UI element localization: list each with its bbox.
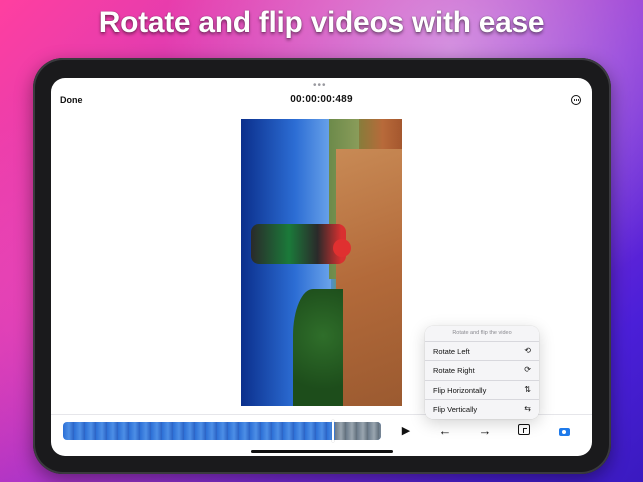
menu-item-flip-horizontally[interactable]: Flip Horizontally ⇅ [425, 380, 539, 400]
ellipsis-circle-icon[interactable] [571, 95, 581, 105]
video-trees [293, 289, 343, 406]
menu-item-rotate-left[interactable]: Rotate Left ⟲ [425, 341, 539, 361]
promo-headline: Rotate and flip videos with ease [98, 6, 545, 39]
video-dirt-track [336, 149, 402, 406]
top-bar: Done 00:00:00:489 [51, 90, 592, 110]
flip-horizontal-icon: ⇅ [524, 385, 531, 394]
filmstrip-tail [335, 422, 381, 440]
video-rider-helmet [333, 239, 351, 257]
bottom-toolbar: ▶ ← → [51, 414, 592, 449]
aspect-layout-icon[interactable] [516, 423, 532, 439]
editor-screen: ••• Done 00:00:00:489 ▶ ← → Rotate and f… [51, 78, 592, 456]
flip-vertical-icon: ⇆ [524, 404, 531, 413]
menu-item-label: Flip Horizontally [433, 386, 487, 395]
play-icon[interactable]: ▶ [399, 423, 413, 439]
home-indicator [251, 450, 393, 453]
timecode: 00:00:00:489 [290, 94, 353, 105]
menu-item-flip-vertically[interactable]: Flip Vertically ⇆ [425, 399, 539, 419]
camera-icon[interactable] [555, 423, 573, 439]
arrow-right-icon[interactable]: → [477, 423, 493, 439]
arrow-left-icon[interactable]: ← [437, 423, 453, 439]
rotate-flip-menu: Rotate and flip the video Rotate Left ⟲ … [425, 326, 539, 419]
menu-item-rotate-right[interactable]: Rotate Right ⟳ [425, 360, 539, 380]
menu-title: Rotate and flip the video [452, 330, 512, 336]
menu-item-label: Flip Vertically [433, 405, 478, 414]
timeline-playhead[interactable] [332, 420, 334, 442]
video-motocross-rider [251, 224, 346, 264]
rotate-left-icon: ⟲ [524, 346, 531, 355]
menu-item-label: Rotate Right [433, 366, 475, 375]
video-preview [241, 119, 402, 406]
menu-item-label: Rotate Left [433, 347, 470, 356]
rotate-right-icon: ⟳ [524, 365, 531, 374]
